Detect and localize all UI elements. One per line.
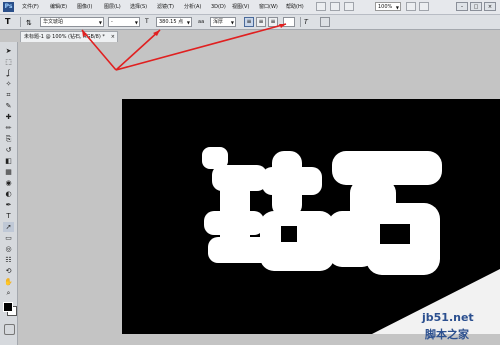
watermark-site: jb51.net — [422, 311, 474, 324]
annotation-arrow-font-family — [81, 29, 117, 71]
watermark-name: 脚本之家 — [425, 328, 469, 341]
arrowhead — [279, 24, 286, 28]
foreground-color-swatch[interactable] — [3, 302, 13, 312]
annotation-arrows — [81, 23, 287, 71]
